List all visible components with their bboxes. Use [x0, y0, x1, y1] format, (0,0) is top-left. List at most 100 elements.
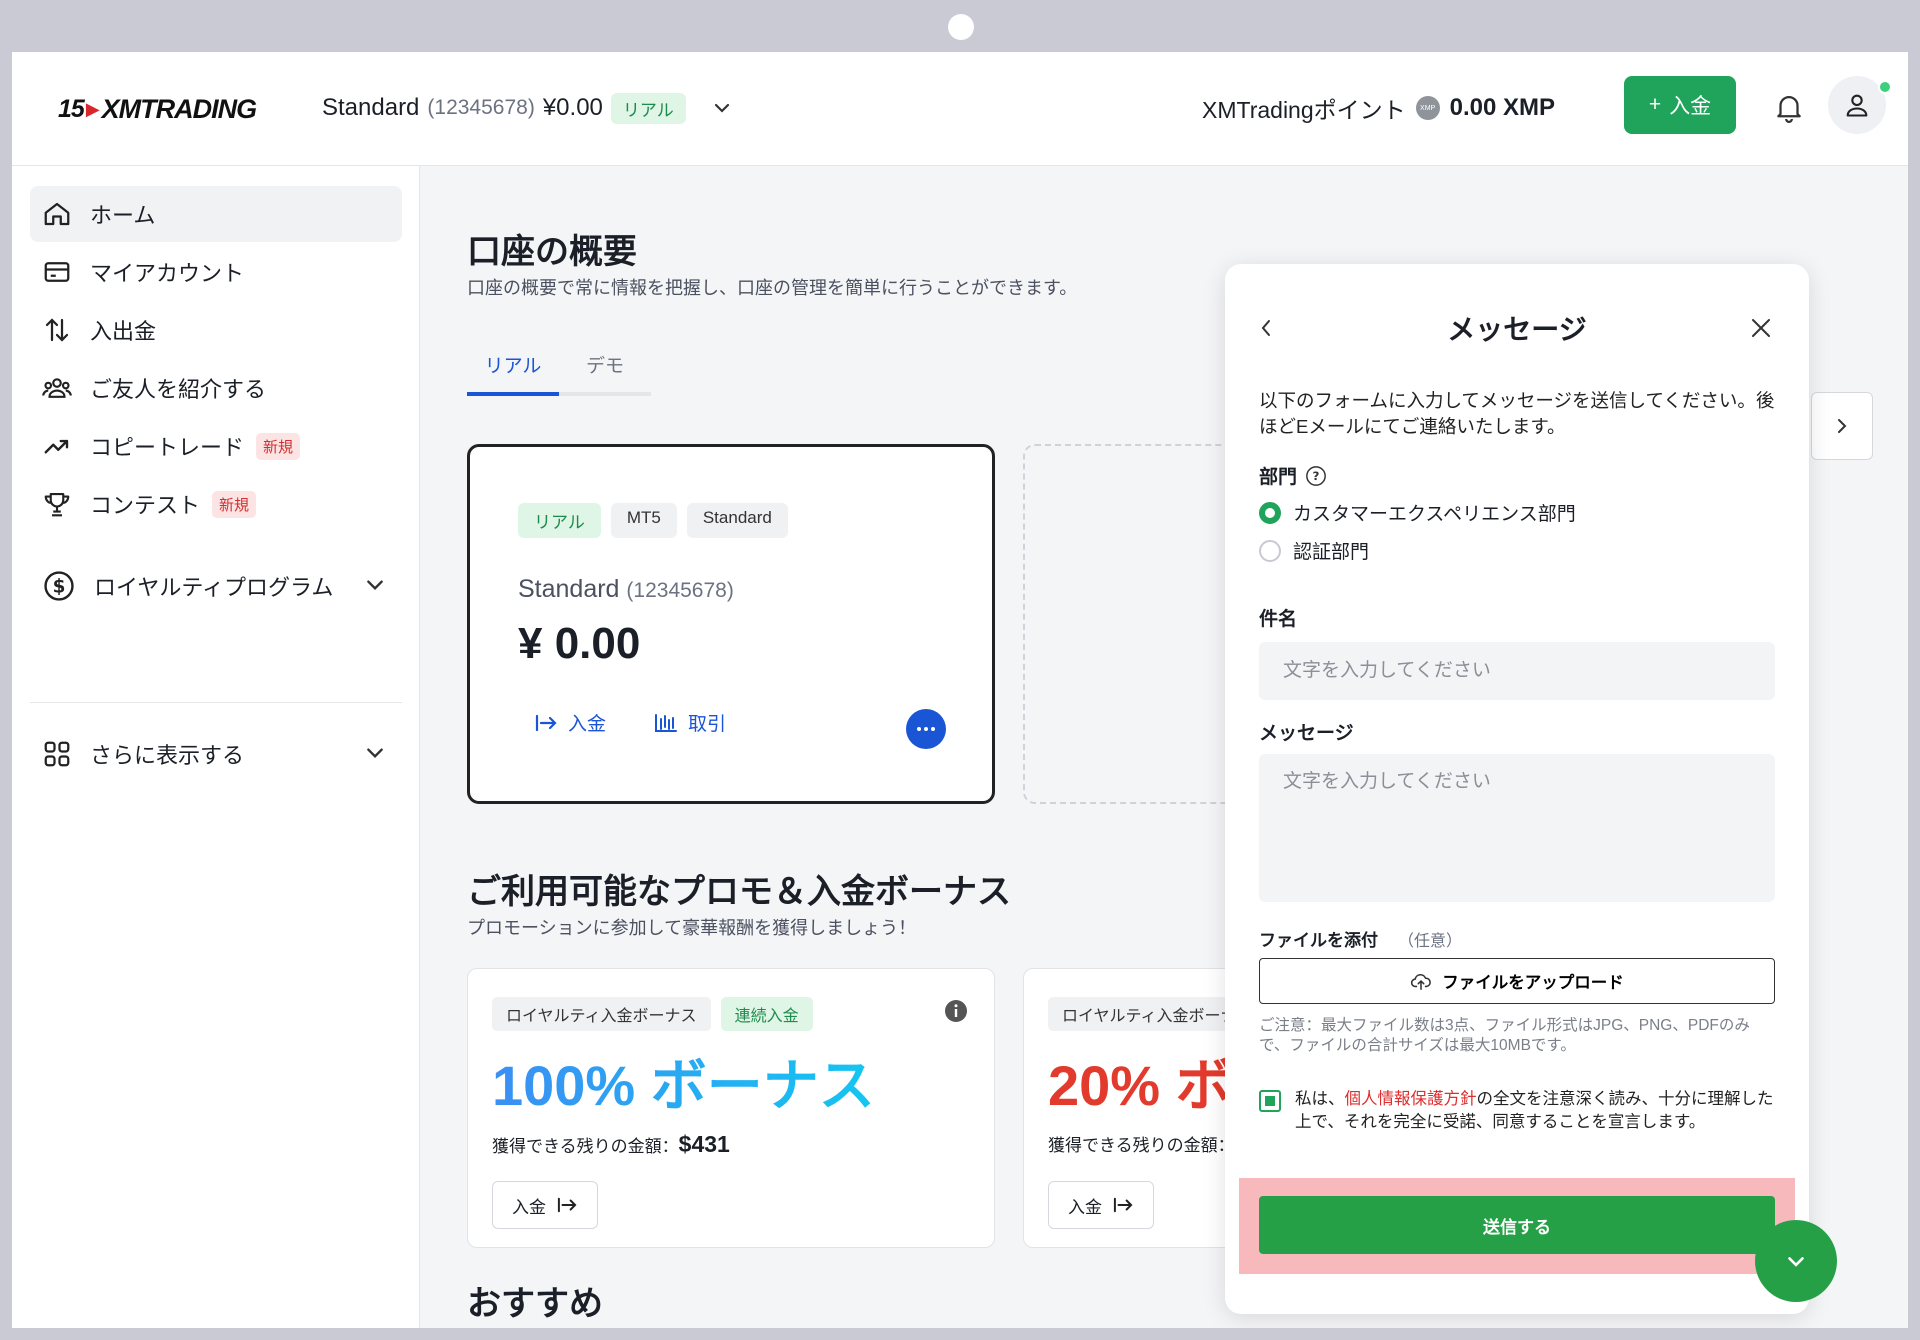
close-icon[interactable] [1749, 316, 1773, 345]
grid-icon [44, 741, 70, 767]
panel-intro: 以下のフォームに入力してメッセージを送信してください。後ほどEメールにてご連絡い… [1259, 390, 1775, 437]
people-icon [42, 378, 72, 398]
sidebar-item-label: コンテスト [90, 493, 201, 518]
online-status-dot [1878, 80, 1892, 94]
sidebar-item-copy-trade[interactable]: コピートレード 新規 [30, 418, 402, 474]
promo-remaining: 獲得できる残りの金額：$431 [492, 1131, 730, 1158]
subject-input[interactable] [1259, 642, 1775, 700]
chip-account-type: Standard [686, 503, 788, 538]
more-options-icon[interactable] [906, 709, 946, 749]
promo-remaining-label: 獲得できる残りの金額： [1048, 1136, 1235, 1155]
trophy-icon [44, 492, 70, 517]
account-tabs: リアル デモ [467, 336, 651, 396]
sidebar-item-loyalty[interactable]: $ ロイヤルティプログラム [30, 558, 402, 614]
sidebar-item-label: さらに表示する [90, 743, 245, 768]
tab-real[interactable]: リアル [467, 336, 559, 396]
promo-remaining: 獲得できる残りの金額： [1048, 1131, 1235, 1156]
sidebar-item-label: マイアカウント [90, 261, 245, 286]
promo-chips: ロイヤルティ入金ボーナ [1048, 997, 1251, 1031]
sidebar-item-label: ホーム [90, 203, 156, 228]
card-number: (12345678) [626, 579, 734, 602]
top-header: 15 ▶ XMTRADING Standard (12345678) ¥0.00… [12, 52, 1908, 166]
sidebar-item-deposit-withdraw[interactable]: 入出金 [30, 302, 402, 358]
xm-logo[interactable]: 15 ▶ XMTRADING [58, 92, 257, 126]
logo-years: 15 [58, 94, 85, 123]
subject-label: 件名 [1259, 604, 1297, 631]
account-name: Standard [322, 94, 420, 121]
arrow-right-bar-icon [1113, 1197, 1133, 1213]
chip-platform: MT5 [610, 503, 677, 538]
message-panel: メッセージ 以下のフォームに入力してメッセージを送信してください。後ほどEメール… [1225, 264, 1809, 1314]
promo-deposit-button[interactable]: 入金 [492, 1181, 598, 1229]
panel-title: メッセージ [1447, 314, 1587, 345]
chevron-down-icon[interactable] [364, 574, 386, 602]
radio-button-selected[interactable] [1259, 501, 1281, 524]
sidebar-item-label: コピートレード [90, 435, 245, 460]
account-chips: リアル MT5 Standard [518, 503, 788, 538]
promo-section-subtitle: プロモーションに参加して豪華報酬を獲得しましょう！ [467, 918, 917, 938]
account-type-badge: リアル [610, 92, 686, 124]
privacy-policy-link[interactable]: 個人情報保護方針 [1345, 1090, 1477, 1108]
card-account-name: Standard (12345678) [518, 575, 734, 604]
sidebar-item-my-account[interactable]: マイアカウント [30, 244, 402, 300]
bell-icon[interactable] [1772, 90, 1806, 124]
agree-checkbox[interactable] [1259, 1090, 1281, 1112]
cloud-upload-icon [1411, 974, 1432, 990]
svg-text:?: ? [1313, 469, 1320, 483]
coin-icon: XMP [1415, 96, 1440, 120]
account-selector[interactable]: Standard (12345678) ¥0.00 リアル [322, 90, 732, 126]
chevron-right-icon[interactable] [1811, 392, 1873, 460]
sidebar-item-label: ご友人を紹介する [90, 377, 267, 402]
promo-chips: ロイヤルティ入金ボーナス 連続入金 [492, 997, 813, 1031]
header-deposit-label: 入金 [1669, 95, 1712, 118]
promo-bonus-amount: 100% ボーナス [492, 1041, 875, 1122]
chevron-down-icon[interactable] [712, 98, 732, 118]
tab-demo[interactable]: デモ [559, 336, 651, 392]
file-note: ご注意：最大ファイル数は3点、ファイル形式はJPG、PNG、PDFのみで、ファイ… [1259, 1017, 1750, 1054]
radio-button[interactable] [1259, 539, 1281, 562]
chevron-down-icon[interactable] [1755, 1220, 1837, 1302]
sidebar-item-label: 入出金 [90, 319, 157, 344]
agree-prefix: 私は、 [1295, 1090, 1345, 1108]
chevron-down-icon[interactable] [364, 742, 386, 770]
app-window: 15 ▶ XMTRADING Standard (12345678) ¥0.00… [12, 52, 1908, 1328]
arrow-right-bar-icon [557, 1197, 577, 1213]
points-label: XMTradingポイント [1202, 97, 1406, 123]
account-card[interactable]: リアル MT5 Standard Standard (12345678) ¥ 0… [467, 444, 995, 804]
trend-up-icon [44, 439, 69, 454]
message-textarea[interactable] [1259, 754, 1775, 902]
arrow-right-bar-icon [535, 714, 557, 731]
card-icon [44, 262, 70, 282]
arrows-updown-icon [45, 318, 69, 342]
attach-optional: （任意） [1398, 932, 1463, 950]
page-title: 口座の概要 [467, 233, 637, 271]
radio-customer-experience[interactable]: カスタマーエクスペリエンス部門 [1259, 499, 1576, 526]
user-icon [1846, 94, 1868, 117]
promo-deposit-button[interactable]: 入金 [1048, 1181, 1154, 1229]
promo-section-title: ご利用可能なプロモ＆入金ボーナス [467, 873, 1011, 911]
sidebar-item-contest[interactable]: コンテスト 新規 [30, 476, 402, 532]
card-trade-link[interactable]: 取引 [654, 709, 726, 736]
chip-real: リアル [518, 503, 601, 538]
card-deposit-link[interactable]: 入金 [534, 709, 606, 736]
sidebar-item-show-more[interactable]: さらに表示する [30, 726, 402, 782]
sidebar-divider [30, 702, 402, 703]
radio-label: カスタマーエクスペリエンス部門 [1293, 504, 1576, 525]
promo-card[interactable]: ロイヤルティ入金ボーナス 連続入金 100% ボーナス 獲得できる残りの金額：$… [467, 968, 995, 1248]
submit-button[interactable]: 送信する [1259, 1196, 1775, 1254]
radio-verification[interactable]: 認証部門 [1259, 537, 1369, 564]
help-icon[interactable]: ? [1305, 465, 1327, 487]
plus-icon: + [1648, 93, 1662, 116]
sidebar-item-home[interactable]: ホーム [30, 186, 402, 242]
promo-chip-type: ロイヤルティ入金ボーナ [1048, 997, 1251, 1031]
info-icon[interactable] [944, 999, 968, 1028]
privacy-agreement: 私は、個人情報保護方針の全文を注意深く読み、十分に理解した上で、それを完全に受諾… [1259, 1088, 1779, 1134]
header-deposit-button[interactable]: + 入金 [1624, 76, 1736, 134]
account-balance: ¥0.00 [542, 94, 603, 121]
upload-file-button[interactable]: ファイルをアップロード [1259, 958, 1775, 1004]
message-label-text: メッセージ [1259, 723, 1354, 744]
department-label-text: 部門 [1259, 467, 1298, 488]
attach-label: ファイルを添付 （任意） [1259, 926, 1462, 951]
sidebar-item-refer-friend[interactable]: ご友人を紹介する [30, 360, 402, 416]
attach-label-text: ファイルを添付 [1259, 931, 1378, 950]
